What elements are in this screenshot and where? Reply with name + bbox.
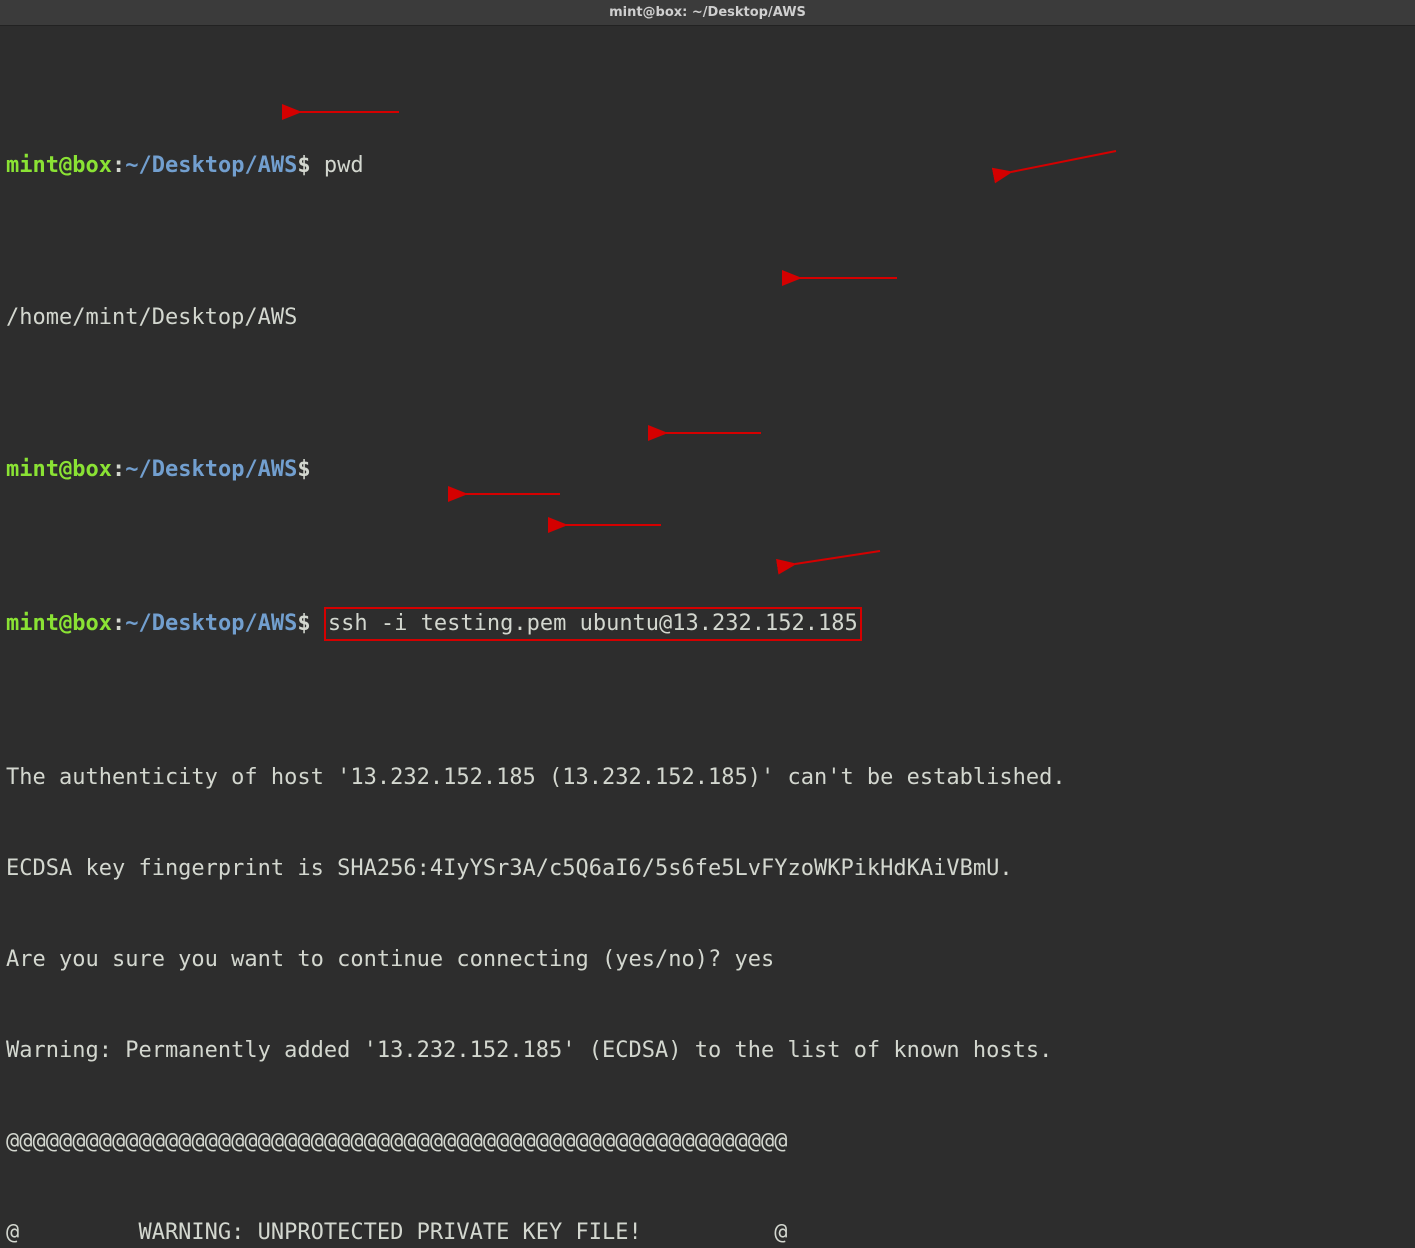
window-title: mint@box: ~/Desktop/AWS — [609, 5, 806, 20]
terminal-line: mint@box:~/Desktop/AWS$ — [6, 455, 1409, 485]
prompt-host: box — [72, 611, 112, 636]
prompt-at: @ — [59, 611, 72, 636]
prompt-path: ~/Desktop/AWS — [125, 611, 297, 636]
prompt-dollar: $ — [297, 611, 310, 636]
prompt-colon: : — [112, 457, 125, 482]
terminal-body[interactable]: mint@box:~/Desktop/AWS$ pwd /home/mint/D… — [0, 26, 1415, 1248]
terminal-output: ECDSA key fingerprint is SHA256:4IyYSr3A… — [6, 854, 1409, 884]
terminal-output: @@@@@@@@@@@@@@@@@@@@@@@@@@@@@@@@@@@@@@@@… — [6, 1127, 1409, 1157]
prompt-at: @ — [59, 457, 72, 482]
window-titlebar: mint@box: ~/Desktop/AWS — [0, 0, 1415, 26]
prompt-path: ~/Desktop/AWS — [125, 457, 297, 482]
terminal-output: Are you sure you want to continue connec… — [6, 945, 1409, 975]
terminal-output: The authenticity of host '13.232.152.185… — [6, 763, 1409, 793]
prompt-path: ~/Desktop/AWS — [125, 153, 297, 178]
command-text: pwd — [311, 153, 364, 178]
prompt-at: @ — [59, 153, 72, 178]
terminal-output: Warning: Permanently added '13.232.152.1… — [6, 1036, 1409, 1066]
annotation-arrow — [795, 551, 880, 564]
terminal-output: /home/mint/Desktop/AWS — [6, 303, 1409, 333]
terminal-output: @ WARNING: UNPROTECTED PRIVATE KEY FILE!… — [6, 1218, 1409, 1248]
prompt-user: mint — [6, 153, 59, 178]
terminal-line: mint@box:~/Desktop/AWS$ ssh -i testing.p… — [6, 607, 1409, 641]
command-pre — [311, 611, 324, 636]
prompt-host: box — [72, 153, 112, 178]
prompt-dollar: $ — [297, 457, 310, 482]
prompt-host: box — [72, 457, 112, 482]
terminal-line: mint@box:~/Desktop/AWS$ pwd — [6, 151, 1409, 181]
prompt-colon: : — [112, 611, 125, 636]
highlighted-command: ssh -i testing.pem ubuntu@13.232.152.185 — [324, 607, 862, 641]
prompt-colon: : — [112, 153, 125, 178]
prompt-dollar: $ — [297, 153, 310, 178]
prompt-user: mint — [6, 457, 59, 482]
prompt-user: mint — [6, 611, 59, 636]
